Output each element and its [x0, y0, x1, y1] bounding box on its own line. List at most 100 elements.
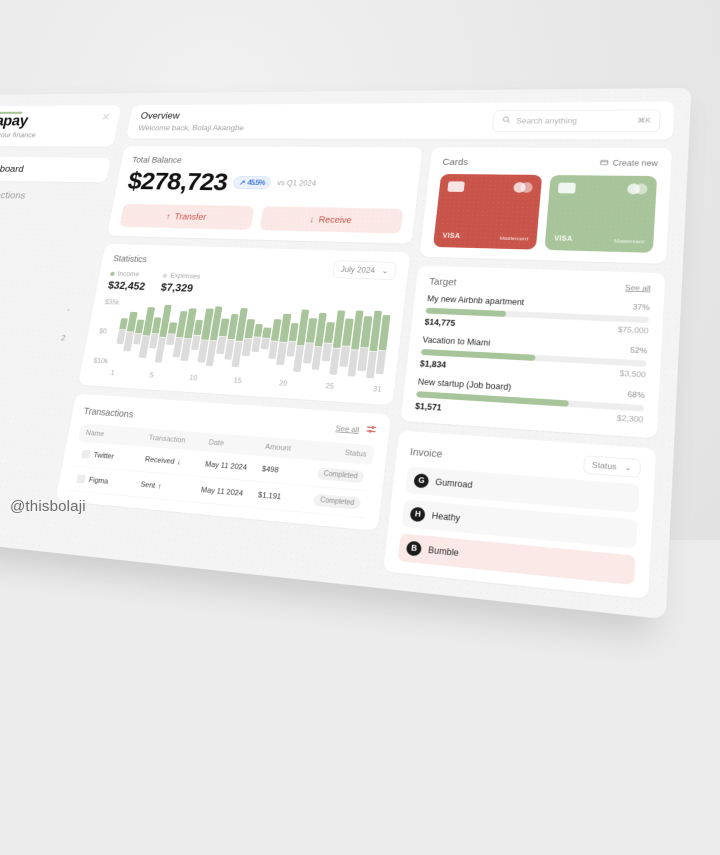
sidebar-item-label: Card	[0, 270, 78, 286]
card-list: VISA Mastercard VISA Mastercard	[433, 174, 657, 253]
filter-icon[interactable]	[365, 424, 377, 438]
transfer-button[interactable]: ↑ Transfer	[119, 204, 254, 230]
credit-card[interactable]: VISA Mastercard	[433, 174, 542, 250]
merchant-icon	[76, 474, 86, 483]
target-see-all[interactable]: See all	[625, 284, 651, 293]
arrow-up-icon: ↑	[165, 211, 171, 220]
transactions-see-all[interactable]: See all	[335, 425, 359, 435]
search-placeholder: Search anything	[516, 116, 632, 125]
row-date: May 11 2024	[200, 486, 258, 499]
arrow-up-icon: ↑	[157, 482, 162, 490]
arrow-down-icon: ↓	[309, 214, 315, 224]
trend-up-icon: ↗	[239, 178, 246, 186]
target-item[interactable]: My new Airbnb apartment 37% $14,775 $75,…	[424, 294, 650, 337]
chevron-down-icon: ⌄	[381, 266, 389, 275]
target-list: My new Airbnb apartment 37% $14,775 $75,…	[415, 294, 650, 426]
invoice-title: Invoice	[410, 446, 443, 460]
left-column: Total Balance $278,723 ↗ 45.5% vs Q1 202…	[48, 146, 423, 571]
column-date: Date	[208, 438, 266, 450]
sidebar-item-target[interactable]: Target	[0, 209, 100, 237]
topbar: Overview Welcome back, Bolaji Akangbe Se…	[126, 102, 674, 140]
chevron-down-icon[interactable]: ⌄	[65, 305, 72, 313]
sidebar-item-dashboard[interactable]: Dashboard	[0, 157, 111, 183]
y-tick: $35k	[104, 299, 120, 307]
x-tick: 15	[233, 377, 242, 385]
transactions-title: Transactions	[83, 406, 134, 420]
sidebar-item-transactions[interactable]: Transactions	[0, 183, 105, 210]
target-current: $14,775	[424, 317, 456, 328]
collapse-icon[interactable]	[101, 113, 111, 123]
invoice-status-filter[interactable]: Status ⌄	[583, 455, 641, 478]
balance-amount: $278,723	[126, 167, 230, 196]
sidebar-item-label: Target	[0, 216, 89, 230]
chart-plot-area: 1 5 10 15 20 25 31	[110, 298, 391, 394]
target-goal: $2,300	[616, 414, 643, 426]
search-icon	[501, 115, 511, 126]
sidebar-item-card[interactable]: Card	[0, 262, 89, 293]
brand-tagline: Manage your finance	[0, 131, 37, 139]
status-badge: Completed	[313, 494, 361, 510]
period-value: July 2024	[340, 265, 375, 275]
column-transaction: Transaction	[148, 434, 209, 447]
row-date: May 11 2024	[205, 460, 263, 473]
income-color-dot	[110, 271, 115, 275]
row-transaction: Sent	[140, 480, 156, 489]
expenses-value: $7,329	[160, 281, 199, 295]
receive-button[interactable]: ↓ Receive	[260, 206, 404, 233]
welcome-text: Welcome back, Bolaji Akangbe	[138, 123, 245, 131]
statistics-chart: $35k $0 $10k 1 5 10 15 20 25 31	[91, 297, 392, 393]
sidebar-item-label: Notifications	[0, 325, 55, 343]
dashboard-stage: Bolapay Manage your finance Dashboard Tr…	[0, 95, 720, 855]
create-new-card-button[interactable]: Create new	[599, 158, 658, 168]
legend-expenses: Expenses $7,329	[160, 272, 201, 295]
sidebar-item-notifications[interactable]: Notifications 2	[0, 317, 78, 352]
brand-logo: Bolapay	[0, 113, 29, 128]
sidebar-item-report[interactable]: Report ⌄	[0, 289, 83, 322]
column-name: Name	[85, 429, 149, 442]
target-goal: $75,000	[617, 326, 648, 337]
page-heading: Overview Welcome back, Bolaji Akangbe	[138, 111, 247, 132]
target-header: Target See all	[429, 276, 651, 294]
target-card: Target See all My new Airbnb apartment 3…	[401, 265, 666, 438]
chart-bars	[112, 298, 391, 380]
sidebar-item-label: Invoices	[0, 243, 84, 258]
target-item[interactable]: New startup (Job board) 68% $1,571 $2,30…	[415, 377, 645, 426]
sidebar-item-label: Dashboard	[0, 164, 100, 176]
target-item[interactable]: Vacation to Miami 52% $1,834 $3,500	[420, 335, 648, 381]
target-current: $1,571	[415, 401, 442, 412]
notifications-badge: 2	[60, 333, 66, 342]
target-percent: 37%	[632, 303, 649, 312]
income-label: Income	[117, 270, 140, 278]
x-tick: 10	[189, 374, 198, 382]
balance-row: $278,723 ↗ 45.5% vs Q1 2024	[126, 167, 409, 199]
sidebar-item-invoices[interactable]: Invoices	[0, 235, 95, 265]
company-logo: G	[413, 473, 429, 488]
chevron-down-icon: ⌄	[624, 463, 632, 473]
x-tick: 31	[373, 385, 383, 394]
transactions-table: Name Transaction Date Amount Status Twit…	[69, 423, 375, 518]
credit-card[interactable]: VISA Mastercard	[545, 175, 658, 253]
x-tick: 20	[279, 379, 288, 387]
invoice-company-name: Bumble	[428, 545, 460, 558]
brand-card: Bolapay Manage your finance	[0, 105, 121, 147]
cards-card: Cards Create new VISA Mastercard VISA Ma…	[420, 147, 672, 264]
row-name: Twitter	[93, 451, 115, 460]
search-input[interactable]: Search anything ⌘K	[492, 109, 661, 131]
column-status: Status	[312, 446, 367, 458]
arrow-down-icon: ↓	[176, 458, 181, 466]
legend-income: Income $32,452	[107, 270, 148, 293]
expenses-bar	[261, 338, 270, 350]
search-shortcut: ⌘K	[637, 116, 651, 124]
invoice-company-name: Gumroad	[435, 477, 473, 490]
card-network-icon	[513, 182, 533, 193]
sidebar-item-label: Transactions	[0, 190, 95, 203]
card-chip-icon	[558, 183, 576, 194]
invoice-list: G Gumroad H Heathy B Bumble	[398, 466, 640, 585]
period-select[interactable]: July 2024 ⌄	[332, 260, 397, 280]
row-name: Figma	[88, 476, 109, 486]
card-brand: VISA	[554, 235, 573, 243]
main-content: Overview Welcome back, Bolaji Akangbe Se…	[48, 102, 674, 600]
card-chip-icon	[448, 181, 466, 192]
company-logo: B	[406, 541, 422, 557]
status-badge: Completed	[317, 467, 365, 483]
